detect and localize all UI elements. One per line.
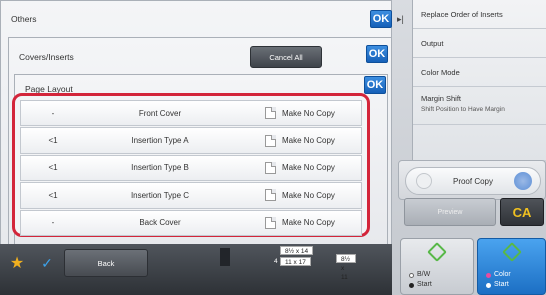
collapse-panel-icon[interactable]: ▸| bbox=[397, 14, 407, 26]
table-row[interactable]: <1 Insertion Type C Make No Copy bbox=[20, 182, 362, 209]
paper-tray-icon bbox=[220, 248, 230, 266]
bw-dot-icon bbox=[409, 273, 414, 278]
menu-item-label: Output bbox=[421, 39, 444, 48]
row-number: - bbox=[51, 218, 55, 228]
menu-item-replace-order[interactable]: Replace Order of Inserts bbox=[413, 0, 546, 29]
document-icon bbox=[265, 107, 276, 120]
proof-copy-label: Proof Copy bbox=[452, 176, 494, 186]
bw-label: B/W bbox=[417, 271, 431, 278]
row-copy-setting: Make No Copy bbox=[235, 107, 361, 120]
menu-item-label: Replace Order of Inserts bbox=[421, 10, 503, 19]
covers-ok-button[interactable]: OK bbox=[366, 45, 388, 63]
cancel-all-button[interactable]: Cancel All bbox=[250, 46, 322, 68]
paper-size-2: 11 x 17 bbox=[280, 257, 311, 266]
table-row[interactable]: <1 Insertion Type A Make No Copy bbox=[20, 127, 362, 154]
covers-inserts-title: Covers/Inserts bbox=[19, 52, 74, 62]
row-number: <1 bbox=[48, 190, 58, 200]
row-number: <1 bbox=[48, 163, 58, 173]
menu-item-sublabel: Shift Position to Have Margin bbox=[421, 106, 505, 113]
row-type: Insertion Type B bbox=[131, 163, 189, 173]
copy-label: Make No Copy bbox=[282, 218, 335, 228]
proof-copy-right-icon bbox=[514, 172, 532, 190]
row-copy-setting: Make No Copy bbox=[235, 161, 361, 174]
clear-all-button[interactable]: CA bbox=[500, 198, 544, 226]
others-ok-button[interactable]: OK bbox=[370, 10, 392, 28]
copy-label: Make No Copy bbox=[282, 190, 335, 200]
inserts-table: - Front Cover Make No Copy <1 Insertion … bbox=[12, 93, 370, 237]
copier-screen: Others OK Covers/Inserts Cancel All OK P… bbox=[0, 0, 546, 295]
preview-label: Preview bbox=[437, 208, 463, 216]
back-button[interactable]: Back bbox=[64, 249, 148, 277]
menu-item-color-mode[interactable]: Color Mode bbox=[413, 58, 546, 87]
document-icon bbox=[265, 134, 276, 147]
table-row[interactable]: - Back Cover Make No Copy bbox=[20, 209, 362, 236]
page-layout-ok-button[interactable]: OK bbox=[364, 76, 386, 94]
row-copy-setting: Make No Copy bbox=[235, 189, 361, 202]
start-label: Start bbox=[494, 281, 509, 288]
bw-start-button[interactable]: B/W Start bbox=[400, 238, 474, 295]
color-start-button[interactable]: Color Start bbox=[477, 238, 546, 295]
proof-copy-button[interactable]: Proof Copy bbox=[405, 167, 541, 195]
paper-size-3: 8½ x 11 bbox=[336, 254, 356, 281]
menu-item-label: Color Mode bbox=[421, 68, 460, 77]
row-copy-setting: Make No Copy bbox=[235, 134, 361, 147]
row-type: Back Cover bbox=[139, 218, 181, 228]
row-type: Front Cover bbox=[138, 108, 182, 118]
row-number: <1 bbox=[48, 136, 58, 146]
right-menu: Replace Order of Inserts Output Color Mo… bbox=[412, 0, 546, 160]
menu-item-output[interactable]: Output bbox=[413, 29, 546, 58]
document-icon bbox=[265, 216, 276, 229]
table-row[interactable]: <1 Insertion Type B Make No Copy bbox=[20, 154, 362, 182]
start-diamond-icon bbox=[501, 242, 522, 262]
document-icon bbox=[265, 189, 276, 202]
row-number: - bbox=[51, 108, 55, 118]
paper-tray-indicator[interactable]: 8½ x 14 4 11 x 17 8½ x 11 bbox=[206, 246, 356, 281]
start-label: Start bbox=[417, 281, 432, 288]
row-type: Insertion Type C bbox=[130, 190, 190, 200]
start-diamond-icon bbox=[427, 242, 447, 262]
copy-label: Make No Copy bbox=[282, 108, 335, 118]
start-dot-icon bbox=[486, 283, 491, 288]
copy-label: Make No Copy bbox=[282, 163, 335, 173]
menu-item-margin-shift[interactable]: Margin Shift Shift Position to Have Marg… bbox=[413, 87, 546, 125]
color-label: Color bbox=[494, 271, 511, 278]
menu-item-label: Margin Shift bbox=[421, 94, 462, 103]
checkmark-icon[interactable]: ✓ bbox=[34, 250, 60, 276]
copy-label: Make No Copy bbox=[282, 136, 335, 146]
favorite-star-icon[interactable]: ★ bbox=[4, 250, 30, 276]
start-dot-icon bbox=[409, 283, 414, 288]
table-row[interactable]: - Front Cover Make No Copy bbox=[20, 100, 362, 127]
proof-copy-left-icon bbox=[416, 173, 432, 189]
paper-size-1: 8½ x 14 bbox=[280, 246, 314, 255]
others-title: Others bbox=[11, 14, 37, 24]
color-dots-icon bbox=[486, 273, 491, 278]
row-copy-setting: Make No Copy bbox=[235, 216, 361, 229]
preview-button[interactable]: Preview bbox=[404, 198, 496, 226]
document-icon bbox=[265, 161, 276, 174]
proof-copy-area: Proof Copy bbox=[398, 160, 546, 200]
row-type: Insertion Type A bbox=[131, 136, 189, 146]
